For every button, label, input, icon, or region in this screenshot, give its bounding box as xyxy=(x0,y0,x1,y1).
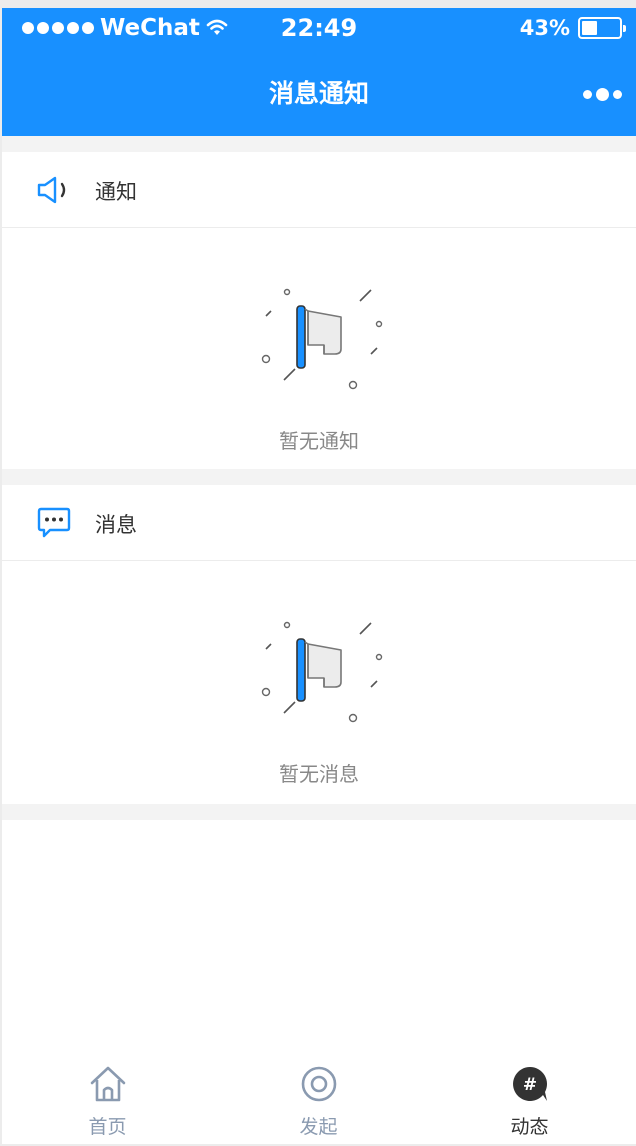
section-header-notice: 通知 xyxy=(2,152,636,228)
speaker-icon xyxy=(37,176,66,204)
section-divider xyxy=(2,469,636,485)
chat-bubble-icon xyxy=(37,507,71,538)
empty-text: 暂无通知 xyxy=(279,429,359,453)
empty-notice: 暂无通知 xyxy=(2,229,636,469)
flag-icon xyxy=(261,288,383,390)
section-header-message: 消息 xyxy=(2,485,636,561)
tab-label: 动态 xyxy=(510,1116,549,1138)
more-dots-icon[interactable] xyxy=(583,88,622,101)
navigation-bar: 消息通知 xyxy=(2,48,636,136)
tab-label: 首页 xyxy=(88,1116,127,1138)
section-title: 消息 xyxy=(95,513,137,537)
status-bar: WeChat 22:49 43% xyxy=(2,8,636,48)
tab-activity[interactable]: # 动态 xyxy=(424,1058,635,1144)
empty-message: 暂无消息 xyxy=(2,562,636,804)
flag-icon xyxy=(261,621,383,723)
section-divider xyxy=(2,136,636,152)
tab-bar: 首页 发起 # 动态 xyxy=(2,1058,636,1144)
hashtag-bubble-icon: # xyxy=(513,1067,547,1101)
target-icon xyxy=(301,1066,337,1102)
phone-screen: WeChat 22:49 43% 消息通知 通知 暂无通知 消息 暂无消息 首页… xyxy=(2,8,636,1144)
tab-home[interactable]: 首页 xyxy=(2,1058,213,1144)
home-icon xyxy=(90,1066,126,1102)
svg-text:#: # xyxy=(523,1075,537,1095)
battery-indicator: 43% xyxy=(519,16,626,40)
battery-icon xyxy=(578,17,626,39)
tab-start[interactable]: 发起 xyxy=(213,1058,424,1144)
tab-label: 发起 xyxy=(299,1116,338,1138)
section-title: 通知 xyxy=(95,180,137,204)
section-divider xyxy=(2,804,636,820)
page-title: 消息通知 xyxy=(268,79,369,108)
battery-percent: 43% xyxy=(519,16,570,40)
empty-text: 暂无消息 xyxy=(279,762,359,786)
